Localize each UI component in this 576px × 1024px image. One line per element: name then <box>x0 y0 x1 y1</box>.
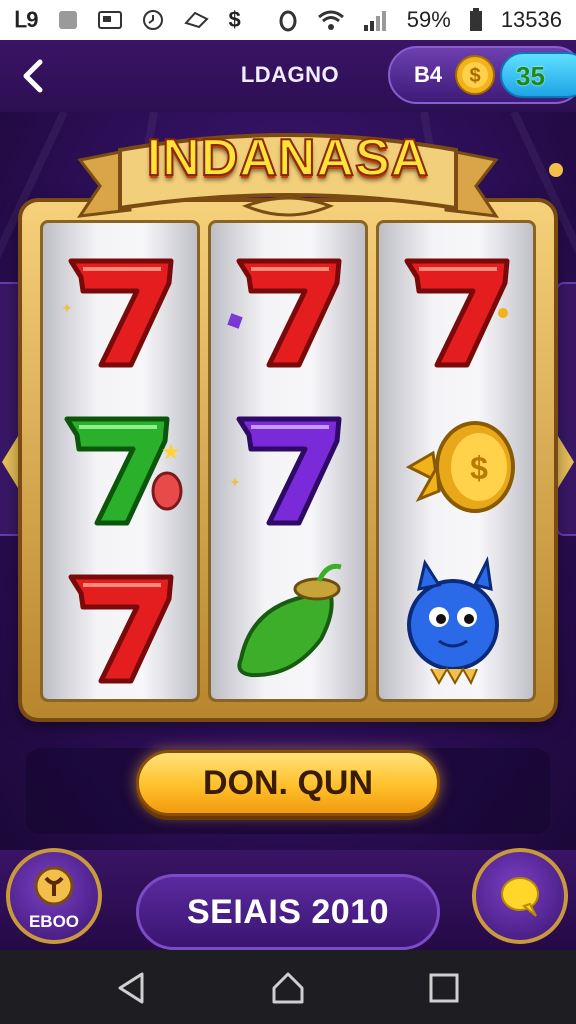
currency-balance[interactable]: B4 $ 35 <box>388 46 576 104</box>
gem-balance[interactable]: 35 <box>500 52 576 98</box>
svg-text:$: $ <box>469 65 480 87</box>
svg-text:$: $ <box>470 450 488 486</box>
spin-button[interactable]: DON. QUN <box>136 750 440 816</box>
emblem-icon <box>34 866 74 906</box>
signal-icon <box>363 9 389 31</box>
currency-label: B4 <box>414 62 443 87</box>
image-icon <box>57 9 79 31</box>
game-title: LDAGNO <box>240 62 340 87</box>
gem-value: 35 <box>516 61 545 91</box>
status-left-text: ᒪ9 <box>14 7 39 32</box>
reel-3: $ <box>376 220 536 702</box>
gold-coin-icon: $ <box>455 55 495 95</box>
status-bar: ᒪ9 $ 59% 13536 <box>0 0 576 40</box>
dollar-icon: $ <box>228 7 241 32</box>
purple-seven-icon[interactable]: ✦ <box>211 391 365 541</box>
battery-icon <box>469 8 483 32</box>
svg-text:★: ★ <box>161 439 181 464</box>
red-seven-icon[interactable] <box>211 233 365 383</box>
left-button-label: EBOO <box>28 912 80 931</box>
status-right: 59% 13536 <box>277 7 562 33</box>
right-side-panel <box>556 282 576 536</box>
gold-coin-bow-icon[interactable]: $ <box>379 391 533 541</box>
chat-button[interactable] <box>472 848 568 944</box>
home-nav-icon[interactable] <box>268 968 308 1008</box>
left-round-button[interactable]: EBOO <box>6 848 102 944</box>
sparkle-icon <box>549 163 563 177</box>
clock-time: 13536 <box>500 7 562 32</box>
system-nav-bar <box>0 950 576 1024</box>
alarm-icon <box>277 8 299 32</box>
chat-bubble-icon <box>501 877 539 917</box>
back-nav-icon[interactable] <box>112 968 152 1008</box>
red-seven-icon[interactable]: ✦ <box>43 233 197 383</box>
cast-icon <box>97 9 123 31</box>
red-seven-icon[interactable] <box>43 549 197 699</box>
wifi-icon <box>317 9 345 31</box>
clock-icon <box>141 8 165 32</box>
back-arrow-icon <box>23 59 43 93</box>
right-arrow-icon <box>558 436 574 488</box>
green-seven-icon[interactable]: ★ <box>43 391 197 541</box>
banner-title: INDANASA <box>146 128 430 188</box>
svg-text:✦: ✦ <box>61 300 73 316</box>
blue-monster-icon[interactable] <box>379 549 533 699</box>
top-bar: LDAGNO B4 $ 35 <box>0 40 576 112</box>
slot-machine: ✦ ★ ✦ $ <box>22 202 554 718</box>
battery-percent: 59% <box>406 7 451 32</box>
reel-1: ✦ ★ <box>40 220 200 702</box>
back-button[interactable] <box>14 54 54 98</box>
svg-text:✦: ✦ <box>229 474 241 490</box>
sync-icon <box>183 9 211 31</box>
green-pepper-icon[interactable] <box>211 549 365 699</box>
reel-2: ✦ <box>208 220 368 702</box>
left-side-panel <box>0 282 24 536</box>
left-arrow-icon <box>2 436 18 488</box>
status-left: ᒪ9 $ <box>14 7 241 33</box>
bet-button[interactable]: SEIAIS 2010 <box>136 874 440 950</box>
red-seven-icon[interactable] <box>379 233 533 383</box>
recents-nav-icon[interactable] <box>424 968 464 1008</box>
